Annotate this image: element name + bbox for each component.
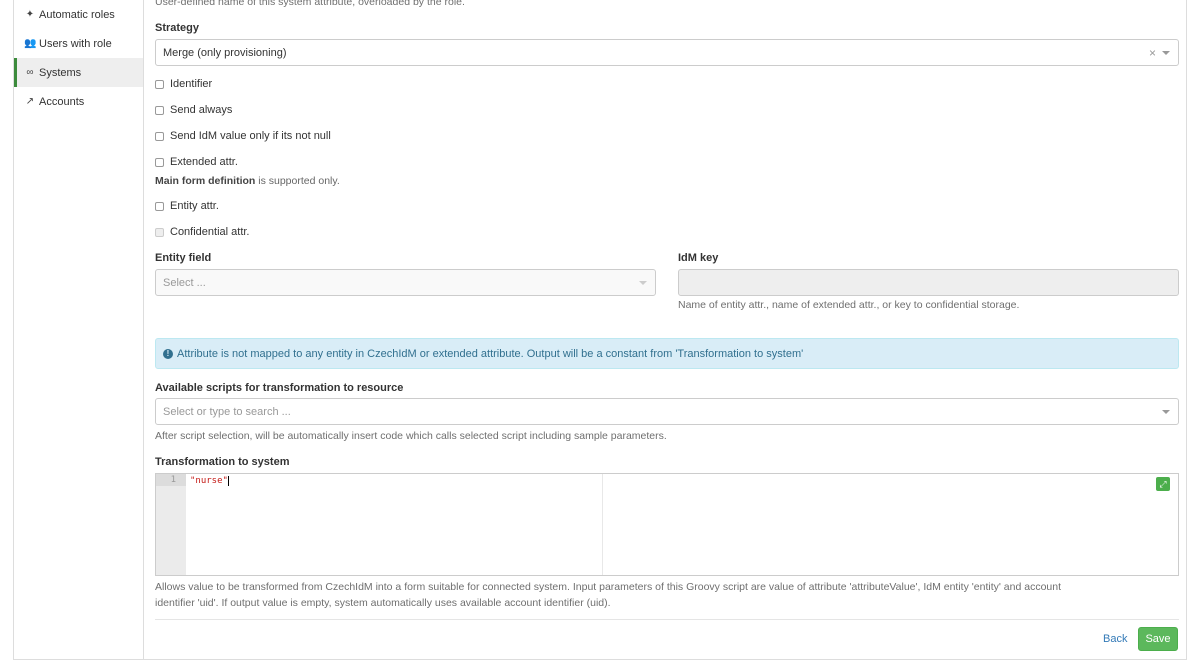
strategy-value: Merge (only provisioning) [163, 46, 287, 59]
fullscreen-icon[interactable]: ⤢ [1156, 477, 1170, 491]
chevron-down-icon[interactable] [1162, 410, 1170, 414]
extended-attr-label: Extended attr. [170, 156, 238, 168]
main-form-help: Main form definition is supported only. [155, 175, 340, 187]
alert-text: Attribute is not mapped to any entity in… [177, 347, 804, 360]
idm-key-help: Name of entity attr., name of extended a… [678, 299, 1020, 311]
chevron-down-icon [639, 281, 647, 285]
sidebar-item-label: Accounts [39, 95, 85, 108]
scripts-help: After script selection, will be automati… [155, 430, 667, 442]
checkbox-icon[interactable] [155, 79, 164, 89]
checkbox-icon[interactable] [155, 105, 164, 115]
main-form-bold: Main form definition [155, 175, 256, 187]
back-button[interactable]: Back [1103, 633, 1127, 645]
link-icon: ∞ [26, 67, 34, 78]
transformation-label: Transformation to system [155, 456, 290, 468]
identifier-label: Identifier [170, 78, 213, 90]
send-not-null-checkbox[interactable]: Send IdM value only if its not null [155, 130, 331, 142]
entity-field-select: Select ... [155, 269, 656, 296]
strategy-select[interactable]: Merge (only provisioning) × [155, 39, 1179, 66]
editor-gutter: 1 [156, 474, 186, 575]
scripts-placeholder: Select or type to search ... [163, 405, 291, 418]
name-help-text: User-defined name of this system attribu… [155, 0, 465, 8]
sidebar-item-label: Automatic roles [39, 8, 115, 21]
clear-icon[interactable]: × [1149, 46, 1156, 60]
confidential-attr-label: Confidential attr. [170, 226, 250, 238]
send-always-checkbox[interactable]: Send always [155, 104, 232, 116]
chevron-down-icon[interactable] [1162, 51, 1170, 55]
scripts-label: Available scripts for transformation to … [155, 382, 404, 394]
checkbox-icon [155, 227, 164, 237]
sidebar-item-automatic-roles[interactable]: ✦ Automatic roles [14, 0, 143, 29]
entity-field-label: Entity field [155, 252, 212, 264]
confidential-attr-checkbox: Confidential attr. [155, 226, 250, 238]
sidebar-item-systems[interactable]: ∞ Systems [14, 58, 143, 87]
sidebar-item-label: Systems [39, 66, 82, 79]
content-frame: ✦ Automatic roles 👥 Users with role ∞ Sy… [13, 0, 1187, 660]
main-form-rest: is supported only. [255, 175, 340, 187]
save-button[interactable]: Save [1138, 627, 1178, 651]
info-icon: ! [163, 348, 173, 359]
idm-key-label: IdM key [678, 252, 719, 264]
transformation-help-line1: Allows value to be transformed from Czec… [155, 581, 1062, 593]
entity-attr-label: Entity attr. [170, 200, 219, 212]
text-cursor [227, 475, 229, 486]
sidebar-item-label: Users with role [39, 37, 112, 50]
external-link-icon: ↗ [25, 96, 35, 107]
entity-field-placeholder: Select ... [163, 276, 206, 289]
send-not-null-label: Send IdM value only if its not null [170, 130, 331, 142]
code-text: "nurse" [190, 476, 228, 486]
transformation-editor[interactable]: 1 "nurse" ⤢ [155, 473, 1179, 576]
checkbox-icon[interactable] [155, 131, 164, 141]
sidebar-item-users-with-role[interactable]: 👥 Users with role [14, 29, 143, 58]
checkbox-icon[interactable] [155, 157, 164, 167]
scripts-select[interactable]: Select or type to search ... [155, 398, 1179, 425]
idm-key-input [678, 269, 1179, 296]
send-always-label: Send always [170, 104, 233, 116]
strategy-label: Strategy [155, 22, 200, 34]
identifier-checkbox[interactable]: Identifier [155, 78, 212, 90]
transformation-help-line2: identifier 'uid'. If output value is emp… [155, 597, 611, 609]
entity-attr-checkbox[interactable]: Entity attr. [155, 200, 219, 212]
users-icon: 👥 [24, 38, 37, 49]
sidebar-item-accounts[interactable]: ↗ Accounts [14, 87, 143, 116]
print-margin [602, 474, 603, 575]
editor-code[interactable]: "nurse" [190, 475, 229, 487]
line-number: 1 [156, 474, 186, 486]
magic-wand-icon: ✦ [25, 9, 35, 20]
footer-divider [155, 619, 1179, 620]
sidebar: ✦ Automatic roles 👥 Users with role ∞ Sy… [14, 0, 144, 659]
info-alert: ! Attribute is not mapped to any entity … [155, 338, 1179, 369]
extended-attr-checkbox[interactable]: Extended attr. [155, 156, 238, 168]
checkbox-icon[interactable] [155, 201, 164, 211]
